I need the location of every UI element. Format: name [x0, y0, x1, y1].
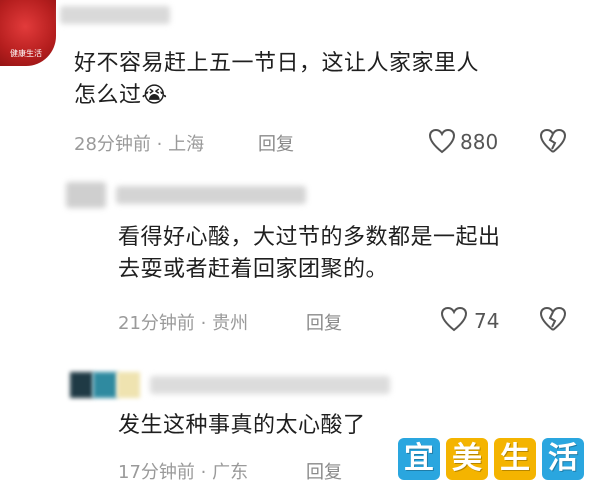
- comment-line: 去耍或者赶着回家团聚的。: [118, 257, 389, 282]
- broken-heart-icon: [539, 128, 567, 153]
- comment-line: 好不容易赶上五一节日，这让人家家里人: [74, 51, 480, 76]
- avatar-part: [93, 372, 117, 398]
- watermark-char: 生: [494, 438, 536, 480]
- avatar[interactable]: 健康生活: [0, 0, 56, 66]
- heart-icon: [428, 128, 456, 154]
- avatar[interactable]: [70, 372, 140, 398]
- like-button[interactable]: [440, 306, 468, 332]
- comment-text: 发生这种事真的太心酸了: [118, 413, 366, 438]
- like-count: 74: [474, 309, 500, 333]
- watermark-char: 宜: [398, 438, 440, 480]
- comment-meta: 21分钟前 · 贵州: [118, 313, 249, 334]
- comment-line: 怎么过😭: [74, 83, 168, 108]
- username-redacted: [150, 376, 390, 394]
- watermark-char: 美: [446, 438, 488, 480]
- broken-heart-icon: [539, 306, 567, 331]
- username-redacted: [116, 186, 306, 204]
- reply-button[interactable]: 回复: [306, 309, 342, 335]
- avatar[interactable]: [66, 182, 106, 208]
- username-redacted: [60, 6, 170, 24]
- heart-icon: [440, 306, 468, 332]
- reply-button[interactable]: 回复: [306, 458, 342, 484]
- comment-meta: 28分钟前 · 上海: [74, 134, 205, 155]
- avatar-part: [70, 372, 94, 398]
- avatar-part: [116, 372, 140, 398]
- comment-meta: 17分钟前 · 广东: [118, 462, 249, 483]
- dislike-button[interactable]: [538, 306, 568, 332]
- comment-text: 好不容易赶上五一节日，这让人家家里人 怎么过😭: [74, 48, 574, 112]
- comment-text: 看得好心酸，大过节的多数都是一起出 去耍或者赶着回家团聚的。: [118, 222, 578, 286]
- comment-line: 看得好心酸，大过节的多数都是一起出: [118, 225, 501, 250]
- like-count: 880: [460, 130, 499, 154]
- watermark-char: 活: [542, 438, 584, 480]
- like-button[interactable]: [428, 128, 456, 154]
- watermark-logo: 宜 美 生 活: [398, 438, 584, 480]
- avatar-label: 健康生活: [10, 49, 42, 58]
- dislike-button[interactable]: [538, 128, 568, 154]
- reply-button[interactable]: 回复: [258, 130, 294, 156]
